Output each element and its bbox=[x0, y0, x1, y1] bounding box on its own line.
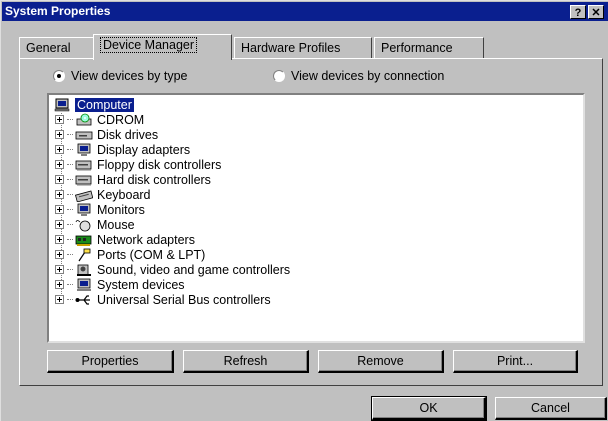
expand-icon[interactable] bbox=[55, 115, 64, 124]
tree-connector bbox=[67, 239, 73, 240]
expand-icon[interactable] bbox=[55, 250, 64, 259]
tree-item-label: Keyboard bbox=[97, 187, 151, 202]
radio-view-by-connection[interactable]: View devices by connection bbox=[273, 69, 444, 83]
system-device-icon bbox=[77, 278, 91, 291]
tree-connector bbox=[67, 149, 73, 150]
tree-item-usb-controllers[interactable]: Universal Serial Bus controllers bbox=[55, 292, 271, 307]
keyboard-icon bbox=[75, 190, 93, 202]
tree-connector bbox=[67, 284, 73, 285]
tab-performance-label: Performance bbox=[381, 41, 453, 55]
monitor-icon bbox=[77, 143, 91, 156]
ok-button[interactable]: OK bbox=[372, 397, 486, 420]
tab-hardware-profiles-label: Hardware Profiles bbox=[241, 41, 341, 55]
tab-general-label: General bbox=[26, 41, 71, 55]
cancel-button[interactable]: Cancel bbox=[495, 397, 607, 420]
expand-icon[interactable] bbox=[55, 160, 64, 169]
tree-item-system-devices[interactable]: System devices bbox=[55, 277, 185, 292]
tree-item-monitors[interactable]: Monitors bbox=[55, 202, 145, 217]
sound-icon bbox=[77, 264, 91, 276]
radio-view-by-type[interactable]: View devices by type bbox=[53, 69, 188, 83]
tree-item-label: Monitors bbox=[97, 202, 145, 217]
mouse-icon bbox=[75, 219, 91, 231]
cdrom-icon bbox=[76, 113, 92, 125]
tree-root-label: Computer bbox=[75, 97, 134, 112]
tab-hardware-profiles[interactable]: Hardware Profiles bbox=[234, 37, 372, 59]
tree-connector bbox=[67, 254, 73, 255]
usb-icon bbox=[75, 294, 90, 305]
tab-performance[interactable]: Performance bbox=[374, 37, 484, 59]
expand-icon[interactable] bbox=[55, 175, 64, 184]
tree-item-mouse[interactable]: Mouse bbox=[55, 217, 135, 232]
monitor-icon bbox=[77, 203, 91, 216]
tree-item-label: Floppy disk controllers bbox=[97, 157, 222, 172]
tree-root-computer[interactable]: Computer bbox=[53, 97, 134, 112]
remove-button[interactable]: Remove bbox=[318, 350, 444, 373]
tree-item-ports[interactable]: Ports (COM & LPT) bbox=[55, 247, 205, 262]
tree-connector bbox=[67, 269, 73, 270]
expand-icon[interactable] bbox=[55, 235, 64, 244]
print-button[interactable]: Print... bbox=[453, 350, 578, 373]
tree-item-sound[interactable]: Sound, video and game controllers bbox=[55, 262, 290, 277]
port-icon bbox=[78, 248, 91, 261]
tree-connector bbox=[67, 134, 73, 135]
expand-icon[interactable] bbox=[55, 220, 64, 229]
tree-item-label: Hard disk controllers bbox=[97, 172, 211, 187]
tree-connector bbox=[67, 179, 73, 180]
tree-connector bbox=[67, 164, 73, 165]
tree-item-display-adapters[interactable]: Display adapters bbox=[55, 142, 190, 157]
expand-icon[interactable] bbox=[55, 190, 64, 199]
tree-item-label: Universal Serial Bus controllers bbox=[97, 292, 271, 307]
tree-connector bbox=[67, 194, 73, 195]
expand-icon[interactable] bbox=[55, 130, 64, 139]
system-properties-window: System Properties ? ✕ General Device Man… bbox=[0, 0, 608, 421]
radio-by-type-label: View devices by type bbox=[71, 69, 188, 83]
tab-device-manager[interactable]: Device Manager bbox=[93, 34, 232, 60]
radio-unchecked-indicator bbox=[273, 70, 285, 82]
properties-button[interactable]: Properties bbox=[47, 350, 174, 373]
tree-connector bbox=[67, 119, 73, 120]
tree-item-label: Ports (COM & LPT) bbox=[97, 247, 206, 262]
tree-item-label: Network adapters bbox=[97, 232, 195, 247]
tree-connector bbox=[67, 299, 73, 300]
tab-device-manager-label: Device Manager bbox=[100, 37, 198, 53]
expand-icon[interactable] bbox=[55, 280, 64, 289]
expand-icon[interactable] bbox=[55, 145, 64, 154]
tree-item-hard-disk-controllers[interactable]: Hard disk controllers bbox=[55, 172, 211, 187]
tree-item-label: CDROM bbox=[97, 112, 145, 127]
tree-item-label: Disk drives bbox=[97, 127, 159, 142]
tree-item-label: Sound, video and game controllers bbox=[97, 262, 291, 277]
tree-item-label: System devices bbox=[97, 277, 185, 292]
hard-disk-controller-icon bbox=[75, 175, 92, 185]
disk-drive-icon bbox=[75, 131, 93, 139]
tab-general[interactable]: General bbox=[19, 37, 95, 59]
tree-connector bbox=[67, 209, 73, 210]
radio-by-connection-label: View devices by connection bbox=[291, 69, 445, 83]
tree-connector bbox=[67, 224, 73, 225]
close-button[interactable]: ✕ bbox=[588, 5, 604, 19]
expand-icon[interactable] bbox=[55, 205, 64, 214]
tree-item-keyboard[interactable]: Keyboard bbox=[55, 187, 151, 202]
expand-icon[interactable] bbox=[55, 295, 64, 304]
network-adapter-icon bbox=[75, 235, 92, 246]
tree-item-cdrom[interactable]: CDROM bbox=[55, 112, 144, 127]
expand-icon[interactable] bbox=[55, 265, 64, 274]
tree-item-label: Display adapters bbox=[97, 142, 191, 157]
help-button[interactable]: ? bbox=[570, 5, 586, 19]
tree-item-network-adapters[interactable]: Network adapters bbox=[55, 232, 195, 247]
title-bar[interactable]: System Properties ? ✕ bbox=[2, 2, 608, 21]
radio-checked-indicator bbox=[53, 70, 65, 82]
tree-item-disk-drives[interactable]: Disk drives bbox=[55, 127, 158, 142]
refresh-button[interactable]: Refresh bbox=[183, 350, 309, 373]
computer-icon bbox=[54, 98, 70, 111]
device-tree[interactable]: Computer CDROM Disk drives Display adapt… bbox=[47, 93, 585, 343]
floppy-controller-icon bbox=[75, 160, 92, 170]
tree-item-label: Mouse bbox=[97, 217, 135, 232]
tree-item-floppy-controllers[interactable]: Floppy disk controllers bbox=[55, 157, 221, 172]
window-title: System Properties bbox=[5, 4, 111, 18]
